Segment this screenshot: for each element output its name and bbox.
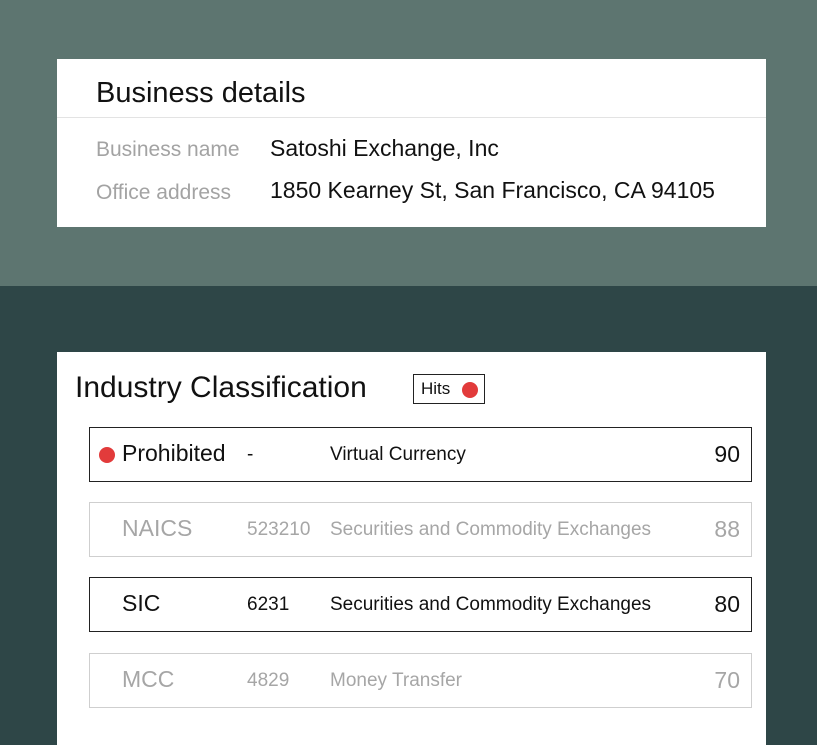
classification-type: NAICS (122, 515, 193, 541)
classification-description: Money Transfer (330, 670, 462, 691)
industry-classification-title: Industry Classification (75, 371, 367, 404)
classification-description: Virtual Currency (330, 444, 466, 465)
business-details-title: Business details (96, 77, 306, 109)
industry-classification-card: Industry Classification Hits Prohibited … (57, 352, 766, 745)
classification-description: Securities and Commodity Exchanges (330, 594, 652, 615)
classification-score: 70 (714, 667, 740, 693)
classification-type: MCC (122, 666, 175, 692)
hits-filter-badge[interactable]: Hits (413, 374, 485, 404)
office-address-label: Office address (96, 181, 232, 204)
classification-code: 6231 (247, 594, 290, 615)
classification-code: 523210 (247, 519, 311, 540)
business-name-label: Business name (96, 138, 240, 161)
classification-type: SIC (122, 590, 161, 616)
classification-type: Prohibited (122, 440, 226, 466)
classification-score: 90 (714, 441, 740, 467)
classification-row-sic[interactable]: SIC 6231 Securities and Commodity Exchan… (89, 577, 752, 632)
hits-label: Hits (421, 379, 451, 398)
classification-score: 80 (714, 591, 740, 617)
alert-dot-icon (462, 382, 478, 398)
business-details-divider (57, 117, 766, 118)
business-details-card: Business details Business name Satoshi E… (57, 59, 766, 227)
classification-row-prohibited[interactable]: Prohibited - Virtual Currency 90 (89, 427, 752, 482)
classification-score: 88 (714, 516, 740, 542)
office-address-value: 1850 Kearney St, San Francisco, CA 94105 (270, 177, 715, 203)
business-name-value: Satoshi Exchange, Inc (270, 135, 499, 161)
classification-row-naics[interactable]: NAICS 523210 Securities and Commodity Ex… (89, 502, 752, 557)
classification-code: - (247, 444, 254, 465)
classification-description: Securities and Commodity Exchanges (330, 519, 652, 540)
alert-dot-icon (99, 447, 115, 463)
classification-code: 4829 (247, 670, 290, 691)
classification-row-mcc[interactable]: MCC 4829 Money Transfer 70 (89, 653, 752, 708)
